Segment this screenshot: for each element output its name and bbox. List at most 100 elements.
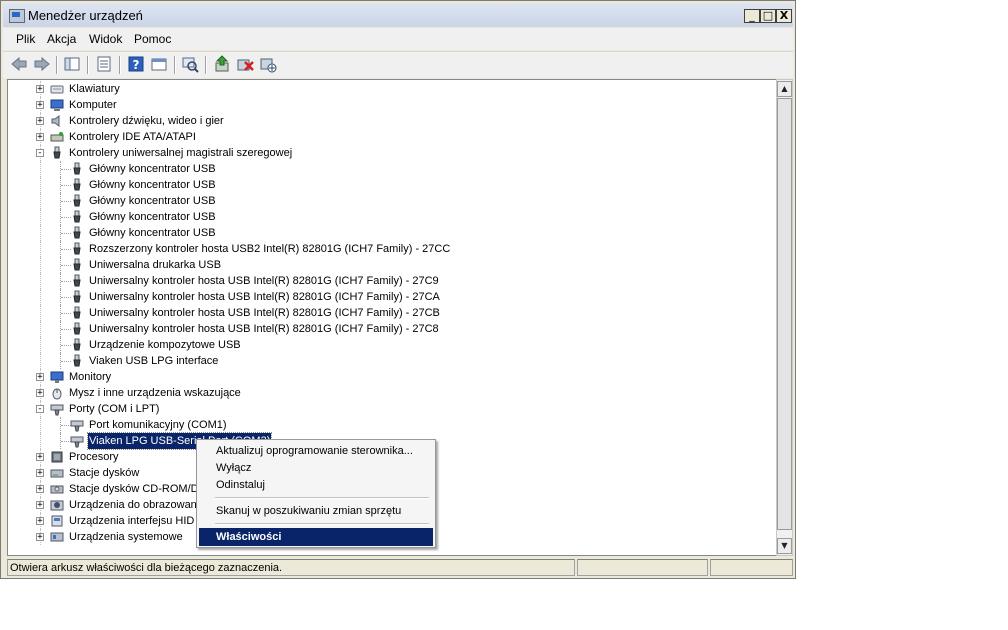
tree-item-label: Procesory [69,451,119,463]
tree-item-label: Klawiatury [69,83,120,95]
mouse-icon [52,388,62,400]
usb-icon [73,210,81,223]
context-item-disable[interactable]: Wyłącz [199,459,433,477]
tree-device-uniwersalny-kontroler-hosta-usb-intel-r-82801g-ich7-family-27cb[interactable]: Uniwersalny kontroler hosta USB Intel(R)… [8,305,768,321]
forward-icon[interactable] [33,55,51,73]
tree-item-label: Uniwersalny kontroler hosta USB Intel(R)… [89,323,439,335]
expand-icon[interactable]: + [36,101,44,110]
tree-category-klawiatury[interactable]: + Klawiatury [8,81,768,97]
expand-icon[interactable]: + [36,117,44,126]
tree-connector-line [40,193,42,209]
hid-icon [51,515,63,527]
title-bar[interactable]: Menedżer urządzeń _ □ X [3,3,793,27]
scroll-up-icon[interactable]: ▲ [777,81,792,97]
tree-item-label: Główny koncentrator USB [89,227,216,239]
menu-help[interactable]: Pomoc [134,32,171,46]
tree-connector-line [40,305,42,321]
expand-icon[interactable]: + [36,469,44,478]
tree-item-label: Komputer [69,99,117,111]
menu-file[interactable]: Plik [16,32,35,46]
port-icon [70,420,84,432]
status-pane-3 [710,559,793,576]
uninstall-icon[interactable] [236,55,254,73]
vertical-scrollbar[interactable]: ▲ ▼ [776,79,793,556]
tree-item-label: Port komunikacyjny (COM1) [89,419,227,431]
context-item-scan-hardware[interactable]: Skanuj w poszukiwaniu zmian sprzętu [199,502,433,520]
ide-controller-icon [50,132,64,142]
expand-icon[interactable]: + [36,133,44,142]
tree-device-rozszerzony-kontroler-hosta-usb2-intel-r-82801g-ich7-family-27cc[interactable]: Rozszerzony kontroler hosta USB2 Intel(R… [8,241,768,257]
tree-item-label: Urządzenie kompozytowe USB [89,339,241,351]
back-icon[interactable] [10,55,28,73]
tree-item-label: Rozszerzony kontroler hosta USB2 Intel(R… [89,243,451,255]
menu-view[interactable]: Widok [89,32,122,46]
help-icon[interactable]: ? [127,55,145,73]
tree-category-kontrolery-ide-ata-atapi[interactable]: + Kontrolery IDE ATA/ATAPI [8,129,768,145]
usb-icon [73,274,81,287]
view-icon[interactable] [150,55,168,73]
maximize-button[interactable]: □ [760,9,776,23]
menu-action[interactable]: Akcja [47,32,76,46]
scrollbar-thumb[interactable] [777,98,792,530]
tree-item-label: Urządzenia interfejsu HID [69,515,195,527]
close-button[interactable]: X [776,9,792,23]
context-item-uninstall[interactable]: Odinstaluj [199,476,433,494]
context-item-properties[interactable]: Właściwości [199,528,433,546]
context-item-update-driver[interactable]: Aktualizuj oprogramowanie sterownika... [199,442,433,460]
status-text: Otwiera arkusz właściwości dla bieżącego… [10,562,283,574]
expand-icon[interactable]: + [36,373,44,382]
port-icon [70,436,84,448]
tree-device-glowny-koncentrator-usb[interactable]: Główny koncentrator USB [8,209,768,225]
tree-category-kontrolery-uniwersalnej-magistrali-szeregowej[interactable]: - Kontrolery uniwersalnej magistrali szer… [8,145,768,161]
update-driver-icon[interactable] [213,55,231,73]
scan-hardware-icon[interactable] [181,55,199,73]
tree-category-kontrolery-dzwieku-wideo-i-gier[interactable]: + Kontrolery dźwięku, wideo i gier [8,113,768,129]
usb-icon [73,226,81,239]
port-icon [50,404,64,416]
tree-device-glowny-koncentrator-usb[interactable]: Główny koncentrator USB [8,161,768,177]
minimize-button[interactable]: _ [744,9,760,23]
tree-connector-line [40,337,42,353]
usb-icon [73,162,81,175]
expand-icon[interactable]: + [36,85,44,94]
tree-category-porty-com-i-lpt[interactable]: - Porty (COM i LPT) [8,401,768,417]
tree-connector-line [40,161,42,177]
tree-device-uniwersalny-kontroler-hosta-usb-intel-r-82801g-ich7-family-27c8[interactable]: Uniwersalny kontroler hosta USB Intel(R)… [8,321,768,337]
tree-device-uniwersalny-kontroler-hosta-usb-intel-r-82801g-ich7-family-27ca[interactable]: Uniwersalny kontroler hosta USB Intel(R)… [8,289,768,305]
tree-device-glowny-koncentrator-usb[interactable]: Główny koncentrator USB [8,193,768,209]
tree-device-glowny-koncentrator-usb[interactable]: Główny koncentrator USB [8,225,768,241]
collapse-icon[interactable]: - [36,149,44,158]
system-device-icon [50,532,64,542]
expand-icon[interactable]: + [36,485,44,494]
toolbar-separator [56,56,58,74]
collapse-icon[interactable]: - [36,405,44,414]
expand-icon[interactable]: + [36,517,44,526]
tree-category-monitory[interactable]: + Monitory [8,369,768,385]
tree-connector-line [40,241,42,257]
disk-drive-icon [50,469,64,478]
disable-icon[interactable] [259,55,277,73]
tree-item-label: Główny koncentrator USB [89,163,216,175]
tree-device-uniwersalna-drukarka-usb[interactable]: Uniwersalna drukarka USB [8,257,768,273]
tree-device-port-komunikacyjny-com1[interactable]: Port komunikacyjny (COM1) [8,417,768,433]
tree-device-uniwersalny-kontroler-hosta-usb-intel-r-82801g-ich7-family-27c9[interactable]: Uniwersalny kontroler hosta USB Intel(R)… [8,273,768,289]
tree-item-label: Uniwersalny kontroler hosta USB Intel(R)… [89,307,440,319]
tree-connector-line [40,321,42,337]
tree-item-label: Uniwersalna drukarka USB [89,259,222,271]
expand-icon[interactable]: + [36,453,44,462]
usb-icon [73,194,81,207]
tree-device-viaken-usb-lpg-interface[interactable]: Viaken USB LPG interface [8,353,768,369]
expand-icon[interactable]: + [36,533,44,542]
tree-connector-line [40,289,42,305]
tree-device-urzadzenie-kompozytowe-usb[interactable]: Urządzenie kompozytowe USB [8,337,768,353]
tree-item-label: Porty (COM i LPT) [69,403,160,415]
tree-connector-line [40,225,42,241]
show-hide-tree-icon[interactable] [63,55,81,73]
tree-category-komputer[interactable]: + Komputer [8,97,768,113]
expand-icon[interactable]: + [36,389,44,398]
expand-icon[interactable]: + [36,501,44,510]
tree-category-mysz-i-inne-urzadzenia-wskazujace[interactable]: + Mysz i inne urządzenia wskazujące [8,385,768,401]
tree-device-glowny-koncentrator-usb[interactable]: Główny koncentrator USB [8,177,768,193]
scroll-down-icon[interactable]: ▼ [777,538,792,554]
properties-icon[interactable] [95,55,113,73]
